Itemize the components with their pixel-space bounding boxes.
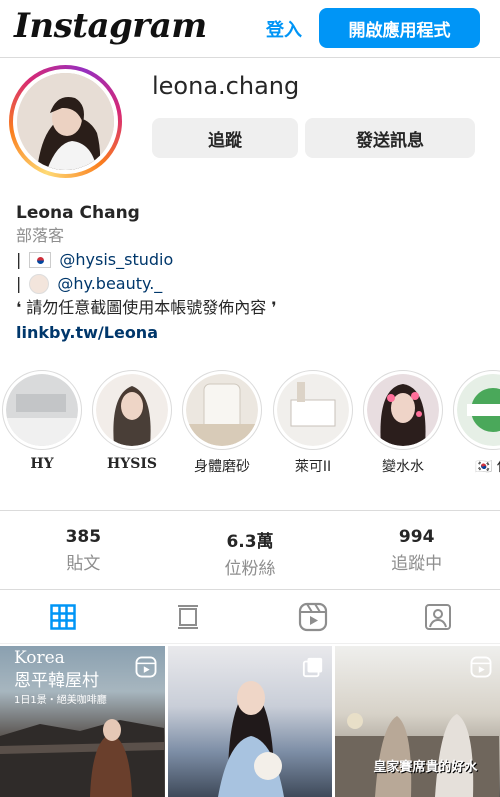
highlight-item[interactable]: 萊可II xyxy=(272,370,354,476)
stat-value: 994 xyxy=(398,527,435,547)
follow-button[interactable]: 追蹤 xyxy=(152,118,298,158)
instagram-logo[interactable]: Instagram xyxy=(14,6,207,46)
login-link[interactable]: 登入 xyxy=(266,16,302,42)
highlight-hy-icon xyxy=(6,374,78,446)
bio-line-prefix: | xyxy=(16,274,22,293)
post-thumbnail[interactable] xyxy=(167,646,333,797)
avatar-story-ring[interactable] xyxy=(9,65,122,178)
highlight-item[interactable]: 變水水 xyxy=(362,370,444,476)
post-thumbnail[interactable]: Korea 恩平韓屋村 1日1景・絕美咖啡廳 xyxy=(0,646,165,797)
highlight-label: 🇰🇷 保 xyxy=(475,459,500,475)
highlight-korea-icon xyxy=(457,374,500,446)
highlight-ring xyxy=(363,370,443,450)
highlight-body-scrub-icon xyxy=(186,374,258,446)
story-highlights: HY HYSIS 身體磨砂 萊可II 變水水 🇰🇷 xyxy=(0,370,500,485)
top-bar: Instagram 登入 開啟應用程式 xyxy=(0,0,500,58)
highlight-ring xyxy=(453,370,500,450)
highlight-ring xyxy=(92,370,172,450)
mention-link[interactable]: @hysis_studio xyxy=(59,248,173,272)
feed-icon xyxy=(177,604,198,629)
south-korea-flag-icon xyxy=(29,252,52,268)
highlight-ring xyxy=(182,370,262,450)
bio: Leona Chang 部落客 | @hysis_studio | @hy.be… xyxy=(16,202,486,346)
post-caption-overlay: 恩平韓屋村 xyxy=(14,671,99,691)
highlight-item[interactable]: HYSIS xyxy=(91,370,173,472)
external-link[interactable]: linkby.tw/Leona xyxy=(16,320,486,346)
post-caption-overlay: Korea xyxy=(14,648,65,668)
display-name: Leona Chang xyxy=(16,203,140,223)
tagged-icon xyxy=(424,603,451,630)
avatar xyxy=(17,73,114,170)
highlight-ring xyxy=(273,370,353,450)
post-caption-overlay: 1日1景・絕美咖啡廳 xyxy=(14,695,107,706)
posts-grid-icon xyxy=(49,603,76,630)
highlight-ring xyxy=(2,370,82,450)
highlight-label: HY xyxy=(30,456,54,472)
avatar-ring-gap xyxy=(13,69,118,174)
profile-tabs xyxy=(0,590,500,644)
highlight-laike-icon xyxy=(277,374,349,446)
bio-line-prefix: | xyxy=(16,250,22,269)
highlight-item[interactable]: 🇰🇷 保 xyxy=(452,370,500,476)
bio-line: | @hy.beauty._ xyxy=(16,272,486,296)
face-mask-icon xyxy=(29,274,50,294)
highlight-label: 變水水 xyxy=(382,459,424,475)
reels-icon xyxy=(298,602,327,631)
bio-line: | @hysis_studio xyxy=(16,248,486,272)
highlight-water-icon xyxy=(367,374,439,446)
tab-reels[interactable] xyxy=(250,590,375,643)
following-count[interactable]: 994 追蹤中 xyxy=(333,511,500,589)
send-message-button[interactable]: 發送訊息 xyxy=(305,118,475,158)
carousel-icon xyxy=(303,657,323,678)
tab-posts[interactable] xyxy=(0,590,125,643)
highlight-hysis-icon xyxy=(96,374,168,446)
highlight-label: HYSIS xyxy=(107,456,157,472)
followers-count[interactable]: 6.3萬 位粉絲 xyxy=(167,511,334,589)
highlight-label: 萊可II xyxy=(294,459,332,475)
stat-value: 385 xyxy=(65,527,102,547)
profile-stats: 385 貼文 6.3萬 位粉絲 994 追蹤中 xyxy=(0,510,500,590)
tab-feed[interactable] xyxy=(125,590,250,643)
mention-link[interactable]: @hy.beauty._ xyxy=(57,272,162,296)
posts-grid: Korea 恩平韓屋村 1日1景・絕美咖啡廳 皇家賽席貴的好水 xyxy=(0,646,500,797)
highlight-item[interactable]: HY xyxy=(1,370,83,472)
stat-label: 貼文 xyxy=(66,554,101,574)
tab-tagged[interactable] xyxy=(375,590,500,643)
reels-icon xyxy=(135,656,157,678)
post-thumbnail[interactable]: 皇家賽席貴的好水 xyxy=(335,646,500,797)
stat-value: 6.3萬 xyxy=(226,532,274,552)
posts-count[interactable]: 385 貼文 xyxy=(0,511,167,589)
post-caption-overlay: 皇家賽席貴的好水 xyxy=(373,760,478,775)
reels-icon xyxy=(470,656,492,678)
stat-label: 位粉絲 xyxy=(224,559,276,579)
category-label: 部落客 xyxy=(16,226,65,245)
open-app-button[interactable]: 開啟應用程式 xyxy=(319,8,480,48)
highlight-label: 身體磨砂 xyxy=(194,459,250,475)
stat-label: 追蹤中 xyxy=(391,554,443,574)
profile-username: leona.chang xyxy=(152,72,300,100)
highlight-item[interactable]: 身體磨砂 xyxy=(181,370,263,476)
bio-notice: ❛ 請勿任意截圖使用本帳號發佈內容 ❜ xyxy=(16,298,277,317)
